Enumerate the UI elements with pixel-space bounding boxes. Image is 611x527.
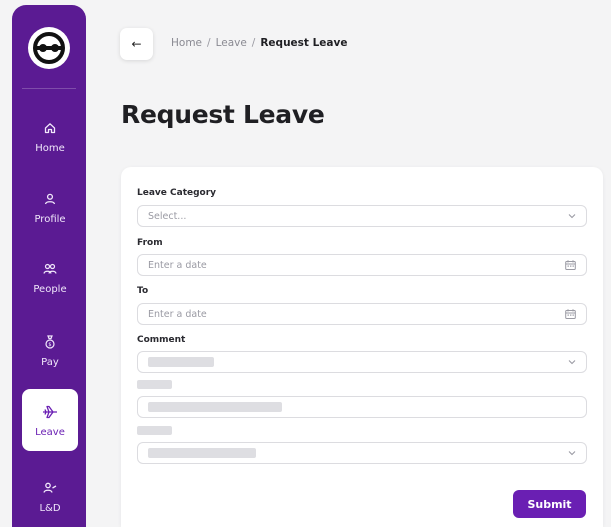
sidebar-item-label: L&D bbox=[39, 502, 61, 514]
home-icon bbox=[44, 119, 56, 137]
leave-category-select[interactable]: Select... bbox=[137, 205, 587, 227]
skeleton-label bbox=[137, 426, 172, 435]
comment-label: Comment bbox=[137, 335, 186, 345]
comment-select[interactable] bbox=[137, 351, 587, 373]
user-icon bbox=[44, 190, 56, 208]
skeleton-text-input[interactable] bbox=[137, 396, 587, 418]
sidebar-item-label: Leave bbox=[35, 426, 65, 438]
sidebar-item-label: Pay bbox=[41, 356, 59, 368]
submit-button[interactable]: Submit bbox=[513, 490, 586, 518]
to-date-placeholder: Enter a date bbox=[148, 308, 207, 320]
from-date-placeholder: Enter a date bbox=[148, 259, 207, 271]
breadcrumb: Home / Leave / Request Leave bbox=[171, 37, 347, 49]
breadcrumb-separator: / bbox=[207, 37, 211, 49]
sidebar-item-home[interactable]: Home bbox=[22, 108, 78, 164]
from-date-input[interactable]: Enter a date bbox=[137, 254, 587, 276]
money-bag-icon: $ bbox=[44, 333, 56, 351]
page-title: Request Leave bbox=[121, 100, 325, 129]
breadcrumb-item-home[interactable]: Home bbox=[171, 37, 202, 49]
leave-category-label: Leave Category bbox=[137, 188, 217, 198]
calendar-icon[interactable] bbox=[565, 304, 576, 324]
chevron-down-icon bbox=[568, 443, 576, 463]
sidebar: Home Profile People $ Pay Leave L&D bbox=[12, 5, 86, 527]
sidebar-item-pay[interactable]: $ Pay bbox=[22, 322, 78, 378]
sidebar-item-label: Profile bbox=[34, 213, 66, 225]
skeleton-select[interactable] bbox=[137, 442, 587, 464]
skeleton-placeholder bbox=[148, 357, 214, 367]
people-icon bbox=[43, 260, 57, 278]
leave-category-placeholder: Select... bbox=[148, 210, 187, 222]
sidebar-item-leave[interactable]: Leave bbox=[22, 389, 78, 451]
sidebar-item-profile[interactable]: Profile bbox=[22, 179, 78, 235]
sidebar-item-learning[interactable]: L&D bbox=[22, 468, 78, 524]
chevron-down-icon bbox=[568, 206, 576, 226]
request-leave-form: Leave Category Select... From Enter a da… bbox=[121, 167, 603, 527]
breadcrumb-separator: / bbox=[251, 37, 256, 49]
arrow-left-icon: ← bbox=[131, 37, 142, 51]
back-button[interactable]: ← bbox=[120, 28, 153, 60]
sidebar-item-label: Home bbox=[35, 142, 65, 154]
breadcrumb-item-leave[interactable]: Leave bbox=[216, 37, 247, 49]
breadcrumb-item-current: Request Leave bbox=[260, 37, 348, 49]
sidebar-item-label: People bbox=[33, 283, 67, 295]
company-logo-icon[interactable] bbox=[28, 27, 70, 69]
sidebar-divider bbox=[22, 88, 76, 89]
learning-icon bbox=[43, 479, 57, 497]
sidebar-item-people[interactable]: People bbox=[22, 249, 78, 305]
to-date-input[interactable]: Enter a date bbox=[137, 303, 587, 325]
from-label: From bbox=[137, 238, 163, 248]
chevron-down-icon bbox=[568, 352, 576, 372]
calendar-icon[interactable] bbox=[565, 255, 576, 275]
skeleton-placeholder bbox=[148, 448, 256, 458]
svg-text:$: $ bbox=[48, 342, 51, 348]
to-label: To bbox=[137, 286, 149, 296]
skeleton-label bbox=[137, 380, 172, 389]
skeleton-placeholder bbox=[148, 402, 282, 412]
airplane-icon bbox=[42, 403, 58, 421]
